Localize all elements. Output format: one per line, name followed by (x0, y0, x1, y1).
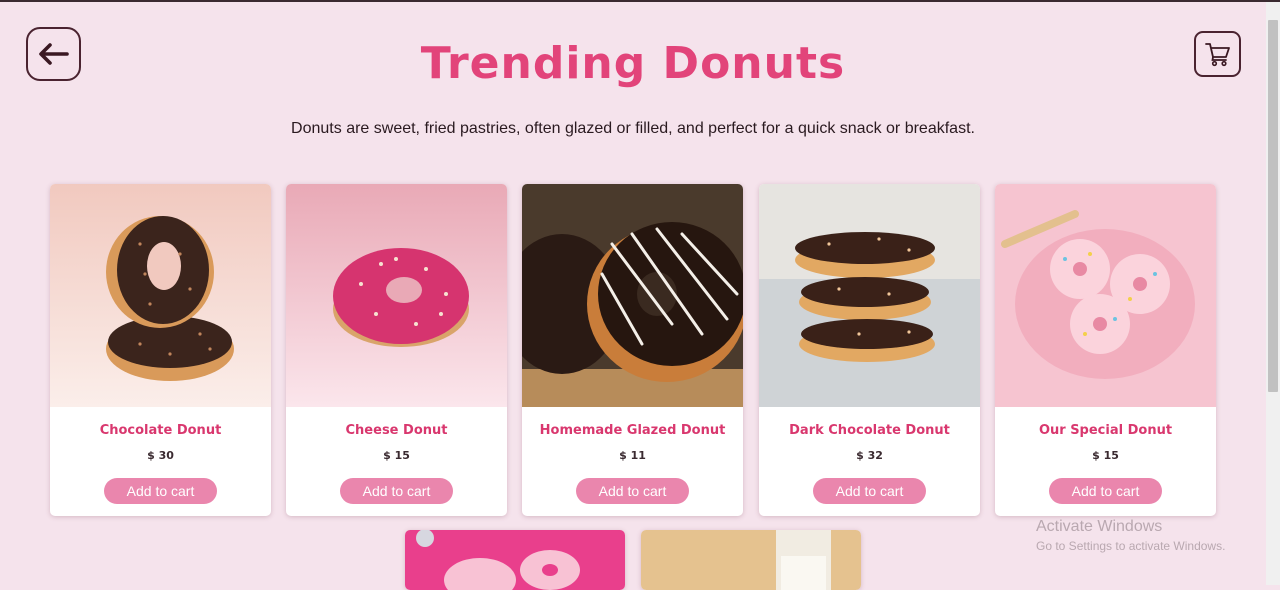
windows-activation-watermark: Activate Windows Go to Settings to activ… (1036, 518, 1225, 553)
product-price: $ 11 (619, 449, 646, 462)
watermark-line2: Go to Settings to activate Windows. (1036, 539, 1226, 553)
scrollbar[interactable] (1266, 2, 1280, 585)
product-card-our-special-donut: Our Special Donut $ 15 Add to cart (995, 184, 1216, 516)
product-price: $ 15 (1092, 449, 1119, 462)
cart-button[interactable] (1194, 31, 1241, 77)
product-image-chocolate-donut (50, 184, 271, 407)
product-name: Homemade Glazed Donut (539, 423, 726, 438)
product-name: Cheese Donut (345, 423, 448, 438)
add-to-cart-button[interactable]: Add to cart (340, 478, 453, 504)
page-title: Trending Donuts (420, 38, 846, 89)
product-card-partial (405, 530, 625, 590)
watermark-line1: Activate Windows (1036, 518, 1163, 535)
product-image-partial (641, 530, 861, 590)
product-price: $ 32 (856, 449, 883, 462)
product-image-dark-chocolate-donut (759, 184, 980, 407)
product-card-cheese-donut: Cheese Donut $ 15 Add to cart (286, 184, 507, 516)
product-price: $ 15 (383, 449, 410, 462)
product-price: $ 30 (147, 449, 174, 462)
product-image-cheese-donut (286, 184, 507, 407)
product-card-partial (641, 530, 861, 590)
product-name: Dark Chocolate Donut (789, 423, 950, 438)
product-card-chocolate-donut: Chocolate Donut $ 30 Add to cart (50, 184, 271, 516)
product-card-homemade-glazed-donut: Homemade Glazed Donut $ 11 Add to cart (522, 184, 743, 516)
scrollbar-thumb[interactable] (1268, 20, 1278, 392)
product-card-dark-chocolate-donut: Dark Chocolate Donut $ 32 Add to cart (759, 184, 980, 516)
product-image-our-special-donut (995, 184, 1216, 407)
product-name: Our Special Donut (1038, 423, 1173, 438)
product-name: Chocolate Donut (99, 423, 222, 438)
add-to-cart-button[interactable]: Add to cart (813, 478, 926, 504)
add-to-cart-button[interactable]: Add to cart (576, 478, 689, 504)
product-image-partial (405, 530, 625, 590)
add-to-cart-button[interactable]: Add to cart (104, 478, 217, 504)
page-subtitle: Donuts are sweet, fried pastries, often … (291, 120, 975, 137)
add-to-cart-button[interactable]: Add to cart (1049, 478, 1162, 504)
window-top-border (0, 0, 1280, 2)
product-image-homemade-glazed-donut (522, 184, 743, 407)
shopping-cart-icon (1204, 43, 1230, 67)
